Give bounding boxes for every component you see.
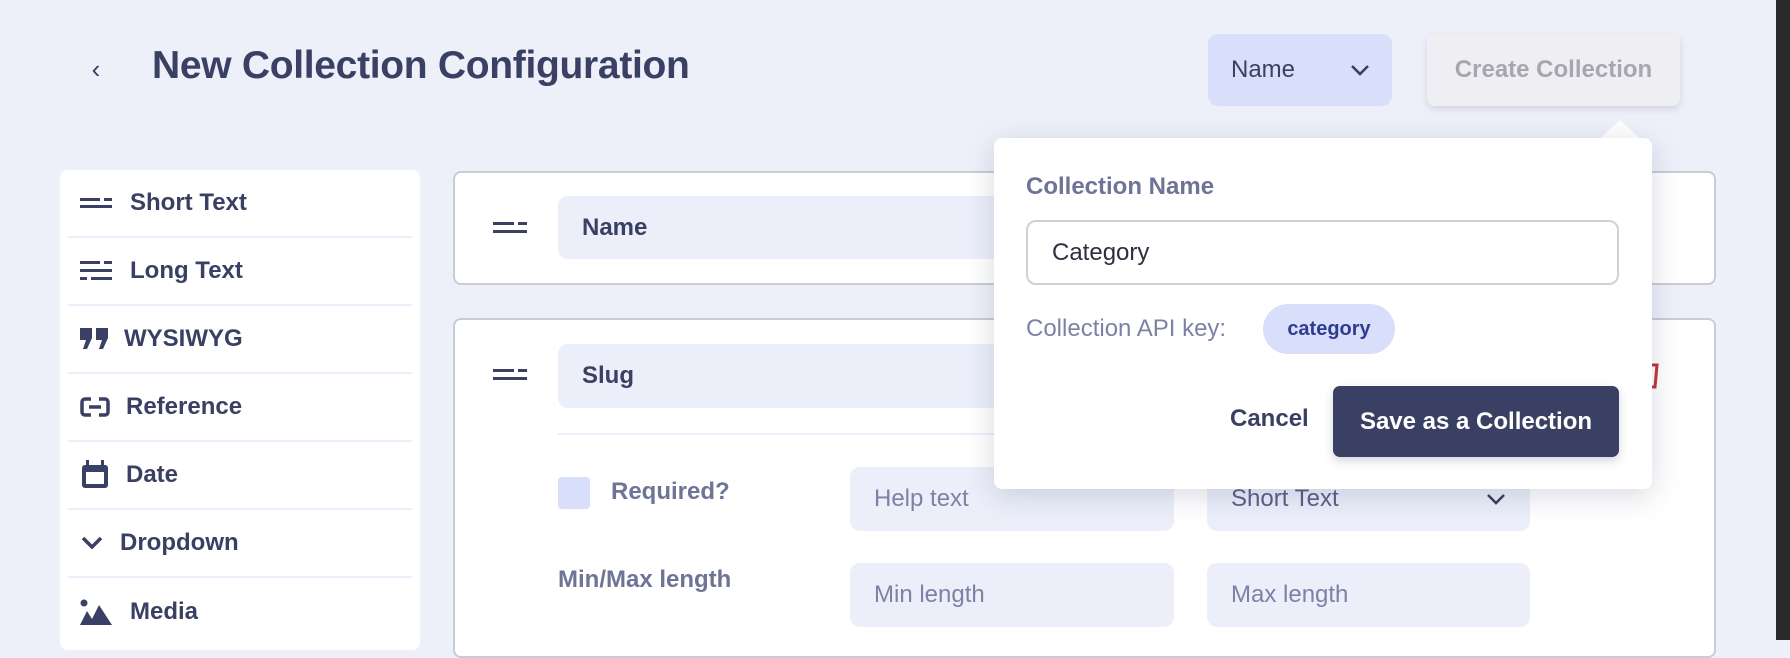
sidebar-item-short-text[interactable]: Short Text [68, 170, 412, 238]
sidebar-item-date[interactable]: Date [68, 442, 412, 510]
drag-handle-icon[interactable] [493, 368, 527, 382]
sidebar-item-wysiwyg[interactable]: WYSIWYG [68, 306, 412, 374]
back-button[interactable]: ‹ [82, 52, 110, 86]
sidebar-item-dropdown[interactable]: Dropdown [68, 510, 412, 578]
chevron-down-icon [1487, 494, 1505, 505]
chevron-down-icon [1351, 65, 1369, 76]
create-collection-button[interactable]: Create Collection [1427, 34, 1680, 106]
quote-icon [80, 328, 110, 350]
save-collection-button[interactable]: Save as a Collection [1333, 386, 1619, 457]
min-max-label: Min/Max length [558, 566, 732, 593]
chevron-left-icon: ‹ [91, 53, 101, 84]
api-key-label: Collection API key: [1026, 315, 1227, 342]
min-length-input[interactable]: Min length [850, 563, 1174, 627]
page-title: New Collection Configuration [152, 44, 690, 87]
title-field-value: Name [1231, 56, 1296, 83]
chevron-down-icon [80, 536, 106, 550]
sidebar-item-long-text[interactable]: Long Text [68, 238, 412, 306]
field-type-sidebar: Short Text Long Text WYSIWYG Reference D… [60, 170, 420, 650]
required-label: Required? [611, 478, 730, 505]
collection-name-label: Collection Name [1026, 173, 1215, 200]
image-icon [80, 599, 114, 625]
required-checkbox[interactable] [558, 477, 590, 509]
save-collection-popover: Collection Name Category Collection API … [994, 138, 1652, 489]
max-length-input[interactable]: Max length [1207, 563, 1530, 627]
api-key-badge: category [1263, 304, 1395, 354]
popover-arrow [1598, 120, 1642, 140]
link-icon [80, 396, 110, 418]
collection-name-input[interactable]: Category [1026, 220, 1619, 285]
cancel-button[interactable]: Cancel [1230, 405, 1309, 433]
window-edge [1776, 0, 1790, 640]
title-field-select[interactable]: Name [1208, 34, 1392, 106]
long-text-icon [80, 260, 114, 282]
sidebar-item-reference[interactable]: Reference [68, 374, 412, 442]
field-type-value: Short Text [1231, 485, 1339, 512]
short-text-icon [80, 196, 114, 210]
sidebar-item-media[interactable]: Media [68, 578, 412, 646]
drag-handle-icon[interactable] [493, 221, 527, 235]
calendar-icon [80, 460, 110, 490]
